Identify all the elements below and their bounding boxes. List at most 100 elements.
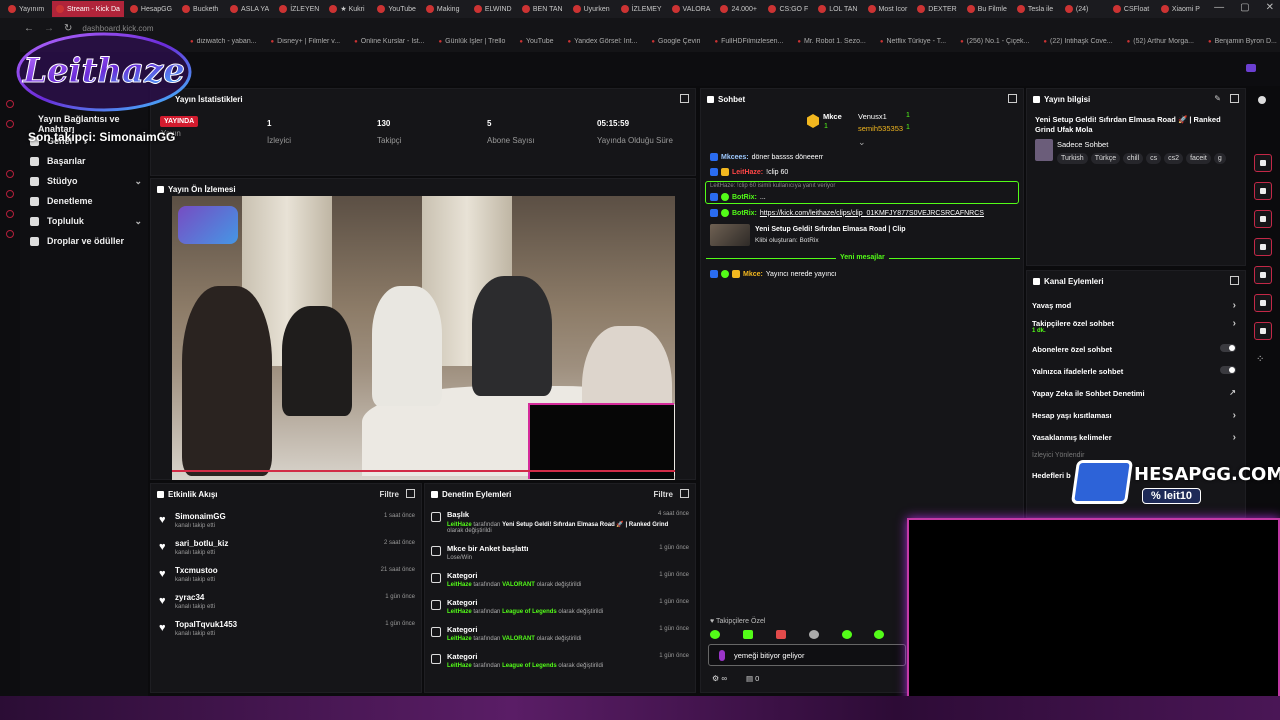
activity-user[interactable]: TopalTqvuk1453 (175, 620, 237, 629)
clip-thumbnail[interactable] (710, 224, 750, 246)
chat-username[interactable]: Mkce: (743, 271, 763, 278)
filter-button[interactable]: Filtre (379, 490, 399, 499)
action-ai-moderation[interactable]: Yapay Zeka ile Sohbet Denetimi ↗ (1032, 388, 1238, 398)
toggle-switch[interactable] (1220, 344, 1236, 352)
tool-icon[interactable] (1254, 210, 1272, 228)
browser-tab[interactable]: HesapGG (126, 1, 176, 17)
emote-icon[interactable] (842, 630, 852, 639)
tool-icon[interactable] (1254, 154, 1272, 172)
popout-icon[interactable] (1230, 94, 1239, 103)
tool-icon[interactable] (1254, 182, 1272, 200)
tag[interactable]: cs2 (1164, 153, 1184, 164)
browser-tab[interactable]: BEN TAN (518, 1, 567, 17)
tag[interactable]: Türkçe (1090, 153, 1121, 164)
bookmark-link[interactable]: Netflix Türkiye - T... (880, 38, 946, 52)
browser-tab[interactable]: DEXTER (913, 1, 960, 17)
browser-tab[interactable]: İZLEMEY (617, 1, 666, 17)
chat-username[interactable]: BotRix: (732, 194, 757, 201)
emote-icon[interactable] (710, 630, 720, 639)
browser-tab[interactable]: ASLA YA (226, 1, 273, 17)
bookmark-link[interactable]: YouTube (519, 38, 554, 52)
emote-icon[interactable] (743, 630, 753, 639)
tag[interactable]: faceit (1186, 153, 1211, 164)
browser-tab[interactable]: Stream - Kick Da (52, 1, 124, 17)
rail-icon[interactable] (6, 210, 14, 218)
browser-tab[interactable]: CSFloat (1109, 1, 1155, 17)
bookmark-link[interactable]: Online Kurslar - İst... (354, 38, 425, 52)
popout-icon[interactable] (1230, 276, 1239, 285)
edit-icon[interactable]: ✎ (1214, 94, 1221, 103)
chat-username[interactable]: BotRix: (732, 210, 757, 217)
action-subscribers-only[interactable]: Abonelere özel sohbet (1032, 344, 1238, 354)
activity-user[interactable]: zyrac34 (175, 593, 204, 602)
activity-user[interactable]: SimonaimGG (175, 512, 226, 521)
rail-icon[interactable] (6, 100, 14, 108)
bookmark-link[interactable]: Yandex Görsel: İnt... (568, 38, 637, 52)
bookmark-link[interactable]: Mr. Robot 1. Sezo... (797, 38, 866, 52)
popout-icon[interactable] (680, 94, 689, 103)
chat-settings-icon[interactable]: ⚙ ∞ (712, 674, 727, 683)
emote-icon[interactable] (776, 630, 786, 639)
browser-tab[interactable]: Tesla ile (1013, 1, 1059, 17)
action-account-age[interactable]: Hesap yaşı kısıtlaması › (1032, 410, 1238, 421)
browser-tab[interactable]: Yayınım (4, 1, 50, 17)
leader-user[interactable]: Venusx1 (858, 112, 887, 121)
tool-icon[interactable] (1254, 322, 1272, 340)
bookmark-link[interactable]: Google Çeviri (651, 38, 700, 52)
rail-icon[interactable] (6, 230, 14, 238)
popout-icon[interactable] (1008, 94, 1017, 103)
bookmark-link[interactable]: (256) No.1 - Çiçek... (960, 38, 1030, 52)
info-icon[interactable] (1258, 96, 1266, 104)
emote-icon[interactable] (809, 630, 819, 639)
popout-icon[interactable] (406, 489, 415, 498)
browser-tab[interactable]: YouTube (373, 1, 420, 17)
bookmark-link[interactable]: (52) Arthur Morga... (1127, 38, 1194, 52)
browser-tab[interactable]: Bu Filmle (963, 1, 1011, 17)
chat-input-text[interactable]: yemeği bitiyor geliyor (734, 651, 804, 660)
activity-user[interactable]: Txcmustoo (175, 566, 218, 575)
browser-tab[interactable]: Xiaomi P (1157, 1, 1204, 17)
sidebar-item-community[interactable]: Topluluk ⌄ (30, 216, 148, 226)
popout-icon[interactable] (680, 489, 689, 498)
action-slow-mode[interactable]: Yavaş mod › (1032, 300, 1238, 311)
tag[interactable]: g (1213, 153, 1226, 164)
browser-tab[interactable]: Making (422, 1, 468, 17)
tag[interactable]: Turkish (1057, 153, 1088, 164)
tag[interactable]: cs (1146, 153, 1162, 164)
close-icon[interactable]: ✕ (1266, 2, 1274, 13)
chevron-down-icon[interactable]: ⌄ (858, 137, 866, 148)
leader-user[interactable]: Mkce (823, 112, 842, 121)
mod-user[interactable]: LeitHaze (447, 582, 472, 588)
bookmark-link[interactable]: diziwatch - yaban... (190, 38, 257, 52)
browser-tab[interactable]: LOL TAN (814, 1, 861, 17)
browser-tab[interactable]: 24.000+ (716, 1, 762, 17)
bookmark-link[interactable]: Günlük İşler | Trello (439, 38, 505, 52)
chat-link[interactable]: https://kick.com/leithaze/clips/clip_01K… (760, 210, 984, 217)
sidebar-item-moderation[interactable]: Denetleme (30, 196, 148, 206)
tag[interactable]: chill (1123, 153, 1144, 164)
mod-user[interactable]: LeitHaze (447, 663, 472, 669)
rail-icon[interactable] (6, 190, 14, 198)
mod-user[interactable]: LeitHaze (447, 609, 472, 615)
browser-tab[interactable]: ELWIND (470, 1, 516, 17)
sidebar-item-studio[interactable]: Stüdyo ⌄ (30, 176, 148, 186)
tool-icon[interactable] (1254, 266, 1272, 284)
tool-icon[interactable] (1254, 238, 1272, 256)
chat-username[interactable]: LeitHaze: (732, 169, 763, 176)
sidebar-item-achievements[interactable]: Başarılar (30, 156, 148, 166)
bookmark-link[interactable]: FullHDFilmizlesen... (714, 38, 783, 52)
chat-username[interactable]: Mkcees: (721, 154, 749, 161)
kick-icon[interactable] (1246, 64, 1256, 72)
action-emotes-only[interactable]: Yalnızca ifadelerle sohbet (1032, 366, 1238, 376)
bookmark-link[interactable]: (22) İntihaşk Cove... (1043, 38, 1113, 52)
tool-icon[interactable] (1254, 294, 1272, 312)
browser-tab[interactable]: ★ Kukri (325, 1, 371, 17)
action-followers-only[interactable]: Takipçilere özel sohbet › 1 dk. (1032, 318, 1238, 334)
video-progress-bar[interactable] (172, 470, 675, 472)
toggle-switch[interactable] (1220, 366, 1236, 374)
sidebar-item-drops[interactable]: Droplar ve ödüller (30, 236, 148, 246)
bookmark-link[interactable]: Benjamin Byron D... (1208, 38, 1277, 52)
mod-user[interactable]: LeitHaze (447, 636, 472, 642)
browser-tab[interactable]: İZLEYEN (275, 1, 323, 17)
rail-icon[interactable] (6, 120, 14, 128)
